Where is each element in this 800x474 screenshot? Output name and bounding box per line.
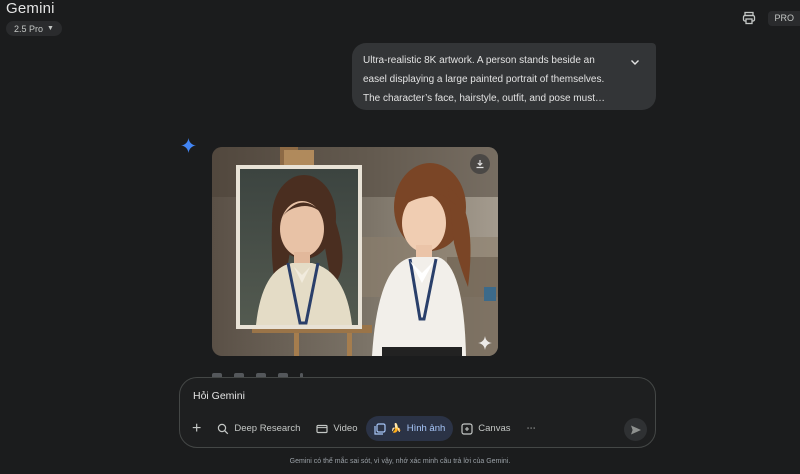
tool-image[interactable]: 🍌 Hình ảnh [365,416,454,441]
model-label: 2.5 Pro [14,23,44,34]
chevron-down-icon: ▼ [47,25,54,32]
generated-image[interactable] [212,147,498,356]
user-message-line: The character’s face, hairstyle, outfit,… [363,93,605,104]
banana-icon: 🍌 [390,423,402,433]
canvas-icon [461,422,473,435]
more-tools-button[interactable]: ⋯ [519,416,545,441]
tool-label: Video [333,423,358,434]
thumb-down-icon[interactable] [234,368,244,381]
copy-icon[interactable] [278,368,288,381]
model-selector[interactable]: 2.5 Pro ▼ [6,21,62,36]
image-icon [373,422,386,435]
add-button[interactable]: + [188,420,209,438]
tool-label: Deep Research [234,423,301,434]
tool-deep-research[interactable]: Deep Research [209,416,308,441]
send-button[interactable] [624,418,647,441]
download-icon[interactable] [470,154,490,174]
prompt-input[interactable]: Hỏi Gemini [193,390,245,402]
disclaimer: Gemini có thể mắc sai sót, vì vậy, nhớ x… [289,458,511,465]
share-icon[interactable] [256,368,266,381]
user-message-line: easel displaying a large painted portrai… [363,74,605,85]
sparkle-icon [478,336,492,350]
deep-research-icon [217,423,229,435]
thumb-up-icon[interactable] [212,368,222,381]
pro-badge[interactable]: PRO [768,10,800,26]
gemini-sparkle-icon [181,138,196,153]
app-title: Gemini [6,0,55,17]
tool-label: Hình ảnh [406,423,446,434]
prompt-composer: Hỏi Gemini + Deep Research Video 🍌 Hình … [179,377,656,448]
chevron-down-icon[interactable] [628,55,642,69]
send-icon [630,425,641,434]
more-icon[interactable] [300,368,310,381]
user-message-line: Ultra-realistic 8K artwork. A person sta… [363,55,595,66]
printer-icon[interactable] [740,9,758,27]
response-actions [212,368,310,381]
tool-canvas[interactable]: Canvas [453,416,518,441]
user-message-bubble: Ultra-realistic 8K artwork. A person sta… [352,43,656,110]
video-icon [316,423,328,435]
tool-video[interactable]: Video [308,416,365,441]
tool-label: Canvas [478,423,511,434]
